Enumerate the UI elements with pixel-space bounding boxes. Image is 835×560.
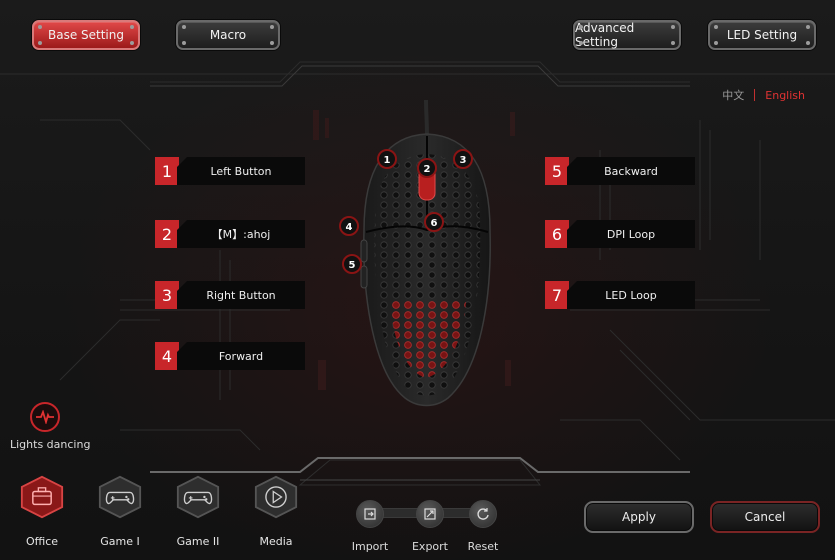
lights-dancing-label: Lights dancing xyxy=(10,438,91,451)
marker-1: 1 xyxy=(377,149,397,169)
button-number: 5 xyxy=(545,157,569,185)
marker-2: 2 xyxy=(417,158,437,178)
marker-4: 4 xyxy=(339,216,359,236)
button-function-label: Right Button xyxy=(177,281,305,309)
play-icon[interactable] xyxy=(254,475,298,519)
svg-text:5: 5 xyxy=(349,260,356,271)
advanced-setting-tab[interactable]: Advanced Setting xyxy=(573,20,681,50)
language-divider xyxy=(754,89,756,101)
button-function-label: DPI Loop xyxy=(567,220,695,248)
svg-text:1: 1 xyxy=(384,155,391,166)
macro-label: Macro xyxy=(209,28,247,42)
button-number: 3 xyxy=(155,281,179,309)
top-navigation: Base Setting Macro Advanced Setting LED … xyxy=(0,0,835,74)
profile-label: Media xyxy=(259,535,293,548)
profile-label: Office xyxy=(25,535,59,548)
profile-office[interactable]: Office xyxy=(12,475,72,548)
reset-label: Reset xyxy=(467,540,499,553)
mouse-illustration: 1 2 3 4 5 6 xyxy=(339,100,491,407)
base-setting-tab[interactable]: Base Setting xyxy=(32,20,140,50)
reset-icon[interactable] xyxy=(469,500,497,528)
svg-text:3: 3 xyxy=(460,155,467,166)
marker-6: 6 xyxy=(424,212,444,232)
apply-label: Apply xyxy=(622,510,656,524)
button-function-label: Backward xyxy=(567,157,695,185)
macro-tab[interactable]: Macro xyxy=(176,20,280,50)
reset-button[interactable]: Reset xyxy=(458,500,508,553)
cancel-button[interactable]: Cancel xyxy=(710,501,820,533)
profile-game-2[interactable]: Game II xyxy=(168,475,228,548)
cancel-label: Cancel xyxy=(744,510,786,524)
marker-3: 3 xyxy=(453,149,473,169)
button-number: 2 xyxy=(155,220,179,248)
svg-text:6: 6 xyxy=(431,218,438,229)
import-icon[interactable] xyxy=(356,500,384,528)
lights-dancing[interactable]: Lights dancing xyxy=(10,402,100,451)
button-function-label: 【M】:ahoj xyxy=(177,220,305,248)
base-setting-label: Base Setting xyxy=(47,28,124,42)
marker-5: 5 xyxy=(342,254,362,274)
button-assign-2[interactable]: 2 【M】:ahoj xyxy=(155,220,305,248)
profile-media[interactable]: Media xyxy=(246,475,306,548)
svg-text:2: 2 xyxy=(424,164,431,175)
language-english[interactable]: English xyxy=(765,89,805,102)
button-function-label: Forward xyxy=(177,342,305,370)
pulse-icon[interactable] xyxy=(30,402,60,432)
language-switch: 中文 English xyxy=(722,87,805,103)
profile-label: Game II xyxy=(176,535,220,548)
button-assign-7[interactable]: 7 LED Loop xyxy=(545,281,695,309)
svg-text:4: 4 xyxy=(346,222,353,233)
language-chinese[interactable]: 中文 xyxy=(722,87,744,103)
button-assign-3[interactable]: 3 Right Button xyxy=(155,281,305,309)
advanced-setting-label: Advanced Setting xyxy=(575,21,635,49)
briefcase-icon[interactable] xyxy=(20,475,64,519)
profile-label: Game I xyxy=(100,535,140,548)
export-button[interactable]: Export xyxy=(405,500,455,553)
button-assign-5[interactable]: 5 Backward xyxy=(545,157,695,185)
gamepad-icon[interactable] xyxy=(98,475,142,519)
button-number: 6 xyxy=(545,220,569,248)
export-label: Export xyxy=(411,540,448,553)
button-assign-1[interactable]: 1 Left Button xyxy=(155,157,305,185)
led-setting-label: LED Setting xyxy=(726,28,798,42)
button-number: 1 xyxy=(155,157,179,185)
button-number: 4 xyxy=(155,342,179,370)
export-icon[interactable] xyxy=(416,500,444,528)
gamepad-icon[interactable] xyxy=(176,475,220,519)
button-function-label: LED Loop xyxy=(567,281,695,309)
profile-game-1[interactable]: Game I xyxy=(90,475,150,548)
button-assign-6[interactable]: 6 DPI Loop xyxy=(545,220,695,248)
led-setting-tab[interactable]: LED Setting xyxy=(708,20,816,50)
button-function-label: Left Button xyxy=(177,157,305,185)
button-number: 7 xyxy=(545,281,569,309)
import-label: Import xyxy=(351,540,389,553)
apply-button[interactable]: Apply xyxy=(584,501,694,533)
button-assign-4[interactable]: 4 Forward xyxy=(155,342,305,370)
import-button[interactable]: Import xyxy=(345,500,395,553)
